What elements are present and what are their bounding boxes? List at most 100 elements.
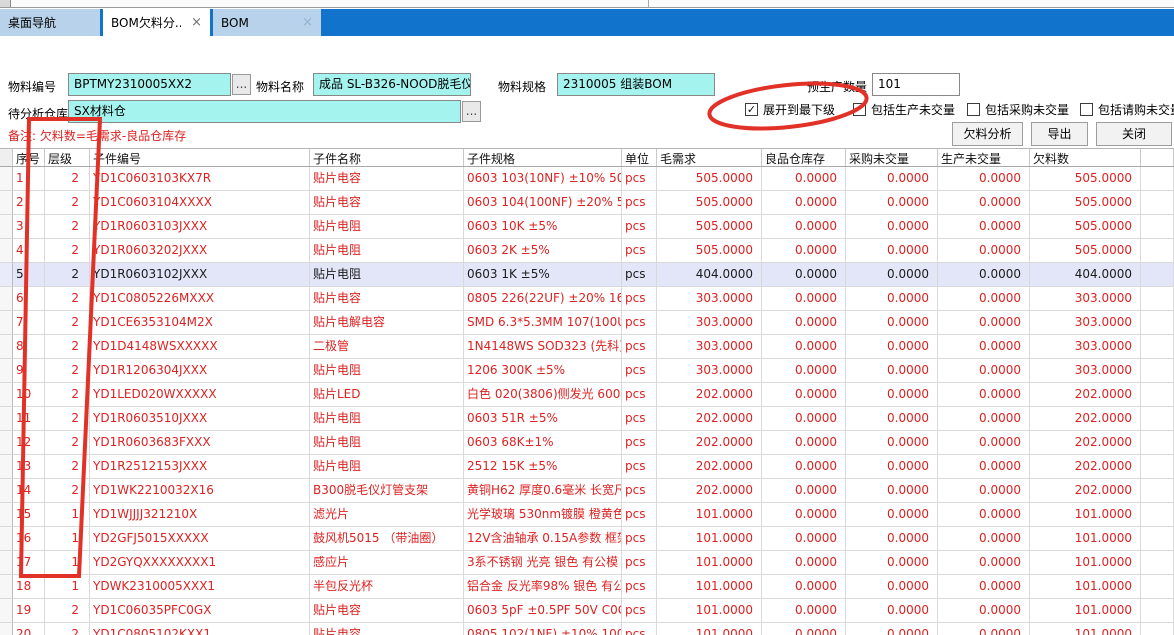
material-code-field[interactable]: BPTMY2310005XX2 — [68, 73, 231, 96]
cell: 0.0000 — [762, 527, 846, 551]
cell: 白色 020(3806)侧发光 6000K — [464, 383, 622, 407]
tab-bar: 桌面导航 BOM欠料分... × BOM × — [0, 9, 1174, 36]
table-row[interactable]: 12YD1C0603103KX7R贴片电容0603 103(10NF) ±10%… — [0, 167, 1174, 191]
filler-cell — [1141, 503, 1174, 527]
warehouse-label: 待分析仓库 — [8, 105, 68, 122]
tab-desktop-nav[interactable]: 桌面导航 — [0, 9, 100, 36]
table-row[interactable]: 202YD1C0805102KXX1贴片电容0805 102(1NF) ±10%… — [0, 623, 1174, 635]
table-row[interactable]: 122YD1R0603683FXXX贴片电阻0603 68K±1%pcs202.… — [0, 431, 1174, 455]
checkbox-unchecked-icon[interactable] — [853, 103, 866, 116]
cell: 0.0000 — [846, 263, 938, 287]
table-row[interactable]: 22YD1C0603104XXXX贴片电容0603 104(100NF) ±20… — [0, 191, 1174, 215]
cell: 0.0000 — [938, 311, 1030, 335]
checkbox-checked-icon[interactable]: ✓ — [745, 103, 758, 116]
cell: 0.0000 — [938, 191, 1030, 215]
cell: 505.0000 — [1030, 239, 1141, 263]
table-row[interactable]: 142YD1WK2210032X16B300脱毛仪灯管支架黄铜H62 厚度0.6… — [0, 479, 1174, 503]
table-row[interactable]: 82YD1D4148WSXXXXX二极管1N4148WS SOD323 (先科)… — [0, 335, 1174, 359]
cell: 303.0000 — [1030, 359, 1141, 383]
cell: YD2GFJ5015XXXXX — [90, 527, 310, 551]
cell: 101.0000 — [657, 623, 762, 635]
cell: YD1R0603510JXXX — [90, 407, 310, 431]
cell: 0.0000 — [762, 407, 846, 431]
tab-bom[interactable]: BOM × — [213, 9, 321, 36]
table-row[interactable]: 72YD1CE6353104M2X贴片电解电容SMD 6.3*5.3MM 107… — [0, 311, 1174, 335]
export-button[interactable]: 导出 — [1031, 122, 1088, 146]
checkbox-2[interactable]: 包括采购未交量 — [967, 101, 1069, 118]
cell: 0805 102(1NF) ±10% 1000V — [464, 623, 622, 635]
material-name-field[interactable]: 成品 SL-B326-NOOD脱毛仪 — [313, 73, 471, 96]
table-row[interactable]: 92YD1R1206304JXXX贴片电阻1206 300K ±5%pcs303… — [0, 359, 1174, 383]
cell: 202.0000 — [1030, 479, 1141, 503]
column-header[interactable]: 子件编号 — [90, 149, 310, 166]
cell: 0.0000 — [938, 287, 1030, 311]
column-header[interactable]: 序号 — [13, 149, 45, 166]
cell: 303.0000 — [1030, 287, 1141, 311]
column-header[interactable]: 生产未交量 — [938, 149, 1030, 166]
tab-bom-shortage-analysis[interactable]: BOM欠料分... × — [103, 9, 210, 36]
cell: 贴片电阻 — [310, 431, 464, 455]
table-row[interactable]: 62YD1C0805226MXXX贴片电容0805 226(22UF) ±20%… — [0, 287, 1174, 311]
cell: B300脱毛仪灯管支架 — [310, 479, 464, 503]
cell: 4 — [13, 239, 45, 263]
material-code-browse-button[interactable]: ... — [232, 74, 251, 95]
filler-cell — [1141, 575, 1174, 599]
table-row[interactable]: 161YD2GFJ5015XXXXX鼓风机5015 （带油圈）12V含油轴承 0… — [0, 527, 1174, 551]
column-header[interactable]: 良品仓库存 — [762, 149, 846, 166]
table-row[interactable]: 151YD1WJJJJ321210X滤光片光学玻璃 530nm镀膜 橙黄色pcs… — [0, 503, 1174, 527]
shortage-analysis-button[interactable]: 欠料分析 — [952, 122, 1023, 146]
table-row[interactable]: 112YD1R0603510JXXX贴片电阻0603 51R ±5%pcs202… — [0, 407, 1174, 431]
table-row[interactable]: 52YD1R0603102JXXX贴片电阻0603 1K ±5%pcs404.0… — [0, 263, 1174, 287]
table-row[interactable]: 102YD1LED020WXXXXX贴片LED白色 020(3806)侧发光 6… — [0, 383, 1174, 407]
cell: YD1WJJJJ321210X — [90, 503, 310, 527]
table-row[interactable]: 192YD1C06035PFC0GX贴片电容0603 5pF ±0.5PF 50… — [0, 599, 1174, 623]
tab-close-icon[interactable]: × — [302, 16, 313, 29]
cell: 贴片电阻 — [310, 239, 464, 263]
cell: 0.0000 — [938, 359, 1030, 383]
window-top-strip — [0, 0, 1174, 8]
checkbox-0[interactable]: ✓展开到最下级 — [745, 101, 835, 118]
cell: 贴片电阻 — [310, 407, 464, 431]
cell: 2 — [45, 239, 90, 263]
checkbox-label: 包括请购未交量 — [1098, 101, 1174, 118]
cell: 0.0000 — [938, 167, 1030, 191]
cell: pcs — [622, 431, 657, 455]
table-row[interactable]: 32YD1R0603103JXXX贴片电阻0603 10K ±5%pcs505.… — [0, 215, 1174, 239]
warehouse-browse-button[interactable]: ... — [462, 101, 481, 122]
production-qty-field[interactable]: 101 — [872, 73, 960, 96]
cell: 0805 226(22UF) ±20% 16V — [464, 287, 622, 311]
cell: YD1R0603102JXXX — [90, 263, 310, 287]
tab-close-icon[interactable]: × — [191, 16, 202, 29]
column-header[interactable]: 层级 — [45, 149, 90, 166]
cell: 5 — [13, 263, 45, 287]
cell: 2 — [45, 263, 90, 287]
cell: 101.0000 — [1030, 503, 1141, 527]
material-spec-field[interactable]: 2310005 组装BOM — [557, 73, 715, 96]
checkbox-1[interactable]: 包括生产未交量 — [853, 101, 955, 118]
column-header[interactable]: 单位 — [622, 149, 657, 166]
warehouse-field[interactable]: SX材料仓 — [68, 100, 461, 123]
checkbox-unchecked-icon[interactable] — [1080, 103, 1093, 116]
cell: 303.0000 — [657, 287, 762, 311]
cell: 18 — [13, 575, 45, 599]
table-row[interactable]: 181YDWK2310005XXX1半包反光杯铝合金 反光率98% 银色 有公p… — [0, 575, 1174, 599]
column-header[interactable]: 采购未交量 — [846, 149, 938, 166]
column-header[interactable]: 毛需求 — [657, 149, 762, 166]
cell: pcs — [622, 551, 657, 575]
cell: 0.0000 — [846, 527, 938, 551]
table-row[interactable]: 171YD2GYQXXXXXXXX1感应片3系不锈钢 光亮 银色 有公模pcs1… — [0, 551, 1174, 575]
close-button[interactable]: 关闭 — [1096, 122, 1172, 146]
row-selector-cell — [0, 455, 13, 479]
column-header[interactable]: 子件规格 — [464, 149, 622, 166]
cell: 鼓风机5015 （带油圈） — [310, 527, 464, 551]
checkbox-3[interactable]: 包括请购未交量 — [1080, 101, 1174, 118]
column-header[interactable]: 欠料数 — [1030, 149, 1141, 166]
checkbox-unchecked-icon[interactable] — [967, 103, 980, 116]
column-header[interactable]: 子件名称 — [310, 149, 464, 166]
table-row[interactable]: 42YD1R0603202JXXX贴片电阻0603 2K ±5%pcs505.0… — [0, 239, 1174, 263]
table-row[interactable]: 132YD1R2512153JXXX贴片电阻2512 15K ±5%pcs202… — [0, 455, 1174, 479]
cell: 303.0000 — [1030, 335, 1141, 359]
cell: 感应片 — [310, 551, 464, 575]
cell: 505.0000 — [1030, 191, 1141, 215]
cell: 0.0000 — [846, 335, 938, 359]
